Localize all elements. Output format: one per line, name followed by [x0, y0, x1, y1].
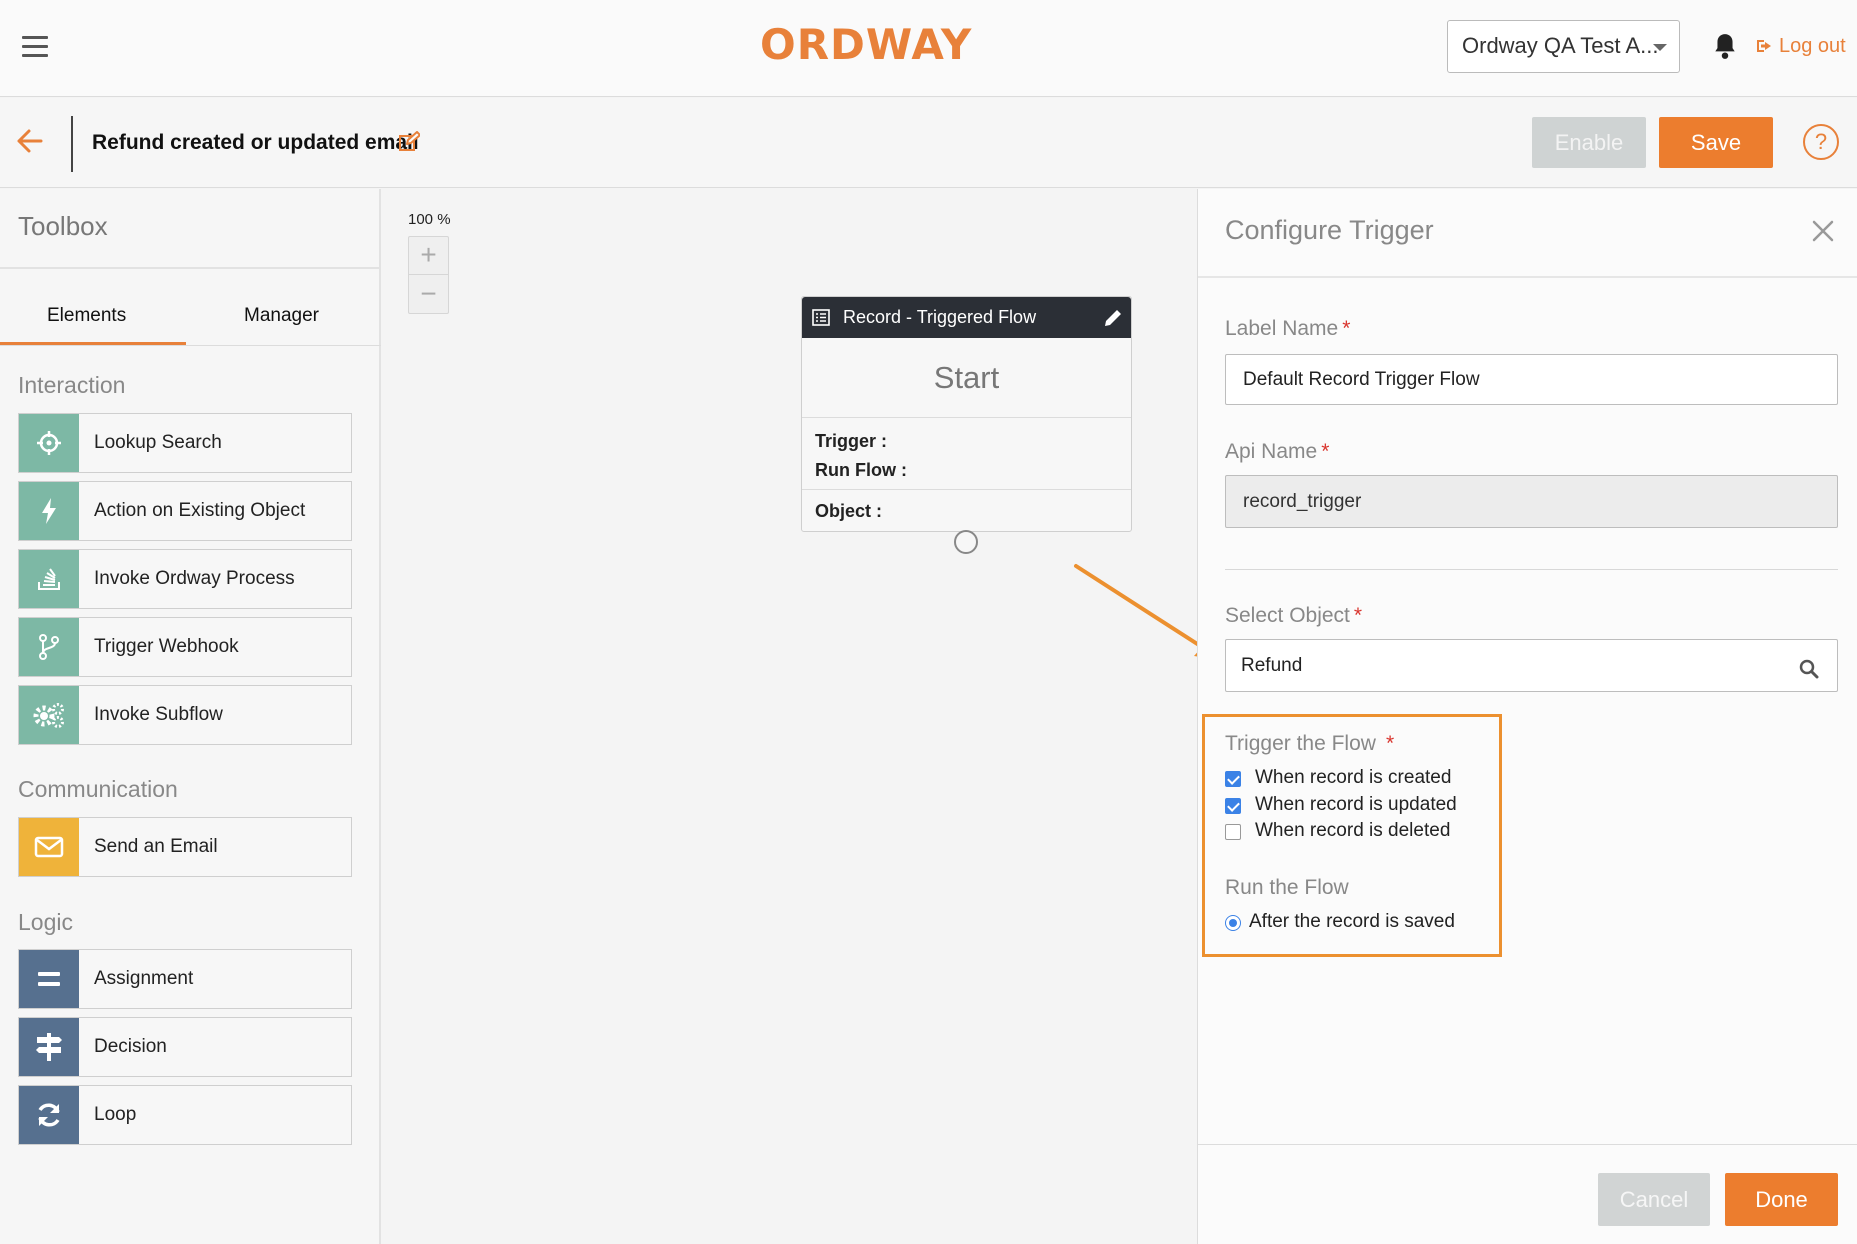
node-header: Record - Triggered Flow [802, 297, 1131, 338]
label-name-label: Label Name * [1225, 317, 1351, 340]
done-button[interactable]: Done [1725, 1173, 1838, 1226]
tool-send-an-email[interactable]: Send an Email [18, 817, 352, 877]
search-icon[interactable] [1799, 659, 1819, 679]
tab-elements[interactable]: Elements [47, 305, 126, 327]
tool-decision[interactable]: Decision [18, 1017, 352, 1077]
divider [1198, 1144, 1857, 1145]
created-option-label: When record is created [1255, 767, 1452, 788]
logout-link[interactable]: Log out [1755, 35, 1846, 58]
chevron-down-icon [1653, 44, 1667, 51]
account-select[interactable]: Ordway QA Test A... [1447, 20, 1680, 73]
tool-invoke-subflow[interactable]: Invoke Subflow [18, 685, 352, 745]
top-bar: ORDWAY Ordway QA Test A... Log out [0, 0, 1857, 97]
after-save-option-label: After the record is saved [1249, 911, 1455, 932]
required-mark: * [1321, 440, 1330, 463]
divider [0, 267, 381, 269]
section-heading-logic: Logic [18, 909, 73, 935]
node-start-label: Start [802, 338, 1131, 418]
hamburger-menu-icon[interactable] [22, 36, 48, 58]
node-run-flow-label: Run Flow : [815, 460, 907, 480]
flow-title: Refund created or updated email [92, 131, 419, 154]
gears-icon [19, 686, 79, 744]
tool-trigger-webhook[interactable]: Trigger Webhook [18, 617, 352, 677]
deleted-checkbox[interactable] [1225, 824, 1241, 840]
refresh-icon [19, 1086, 79, 1144]
toolbox-title: Toolbox [18, 211, 108, 241]
tool-label: Invoke Subflow [94, 704, 223, 725]
equals-icon [19, 950, 79, 1008]
logout-icon [1757, 40, 1771, 52]
section-heading-communication: Communication [18, 776, 178, 802]
tool-label: Lookup Search [94, 432, 222, 453]
tool-label: Loop [94, 1104, 137, 1125]
zoom-controls: + − [408, 236, 449, 314]
required-mark: * [1385, 732, 1395, 755]
crosshair-icon [19, 414, 79, 472]
tool-label: Invoke Ordway Process [94, 568, 295, 589]
tool-action-on-existing-object[interactable]: Action on Existing Object [18, 481, 352, 541]
tool-label: Assignment [94, 968, 194, 989]
divider [1225, 569, 1838, 570]
logout-label: Log out [1779, 35, 1846, 57]
tool-loop[interactable]: Loop [18, 1085, 352, 1145]
enable-button[interactable]: Enable [1532, 117, 1646, 168]
api-name-label: Api Name * [1225, 440, 1330, 463]
updated-option-label: When record is updated [1255, 794, 1457, 815]
deleted-option-label: When record is deleted [1255, 820, 1451, 841]
connector-port[interactable] [954, 530, 978, 554]
configure-trigger-panel: Configure Trigger Label Name* Api Name* … [1197, 189, 1857, 1244]
zoom-out-button[interactable]: − [409, 276, 448, 314]
panel-title: Configure Trigger [1225, 215, 1434, 245]
flow-toolbar: Refund created or updated email Enable S… [0, 98, 1857, 188]
divider [1198, 276, 1857, 278]
node-title: Record - Triggered Flow [843, 307, 1037, 327]
help-icon[interactable]: ? [1803, 124, 1839, 160]
flow-canvas[interactable]: 100 % + − Record - Triggered Flow Start … [382, 189, 1197, 1244]
start-node[interactable]: Record - Triggered Flow Start Trigger : … [801, 296, 1132, 554]
select-object-label: Select Object * [1225, 604, 1363, 627]
tool-invoke-ordway-process[interactable]: Invoke Ordway Process [18, 549, 352, 609]
tool-assignment[interactable]: Assignment [18, 949, 352, 1009]
zoom-in-button[interactable]: + [409, 237, 448, 275]
signpost-icon [19, 1018, 79, 1076]
toolbox-panel: Toolbox Elements Manager Interaction Loo… [0, 189, 381, 1244]
list-icon [812, 309, 830, 326]
ordway-logo: ORDWAY [760, 20, 973, 69]
updated-checkbox[interactable] [1225, 798, 1241, 814]
after-save-radio[interactable] [1225, 915, 1241, 931]
account-select-value: Ordway QA Test A... [1462, 33, 1659, 58]
tool-label: Decision [94, 1036, 167, 1057]
zoom-level: 100 % [408, 211, 451, 228]
select-object-field[interactable] [1225, 639, 1838, 692]
bolt-icon [19, 482, 79, 540]
cancel-button[interactable]: Cancel [1598, 1173, 1710, 1226]
divider [0, 345, 381, 346]
edit-title-icon[interactable] [398, 131, 420, 153]
back-arrow-icon[interactable] [16, 128, 44, 154]
node-trigger-label: Trigger : [815, 431, 888, 451]
label-name-field[interactable] [1225, 354, 1838, 405]
required-mark: * [1342, 317, 1351, 340]
close-icon[interactable] [1812, 220, 1834, 242]
required-mark: * [1353, 604, 1363, 627]
save-button[interactable]: Save [1659, 117, 1773, 168]
tool-label: Send an Email [94, 836, 218, 857]
divider [71, 116, 73, 172]
stack-icon [19, 550, 79, 608]
tab-manager[interactable]: Manager [244, 305, 319, 327]
divider [802, 489, 1131, 490]
created-checkbox[interactable] [1225, 771, 1241, 787]
tool-lookup-search[interactable]: Lookup Search [18, 413, 352, 473]
pencil-icon[interactable] [1103, 308, 1123, 328]
run-the-flow-label: Run the Flow [1225, 876, 1349, 899]
tool-label: Trigger Webhook [94, 636, 239, 657]
trigger-the-flow-label: Trigger the Flow * [1225, 732, 1395, 755]
branch-icon [19, 618, 79, 676]
section-heading-interaction: Interaction [18, 372, 126, 398]
tool-label: Action on Existing Object [94, 500, 306, 521]
bell-icon[interactable] [1712, 32, 1738, 60]
envelope-icon [19, 818, 79, 876]
node-object-label: Object : [815, 501, 883, 521]
api-name-field [1225, 475, 1838, 528]
